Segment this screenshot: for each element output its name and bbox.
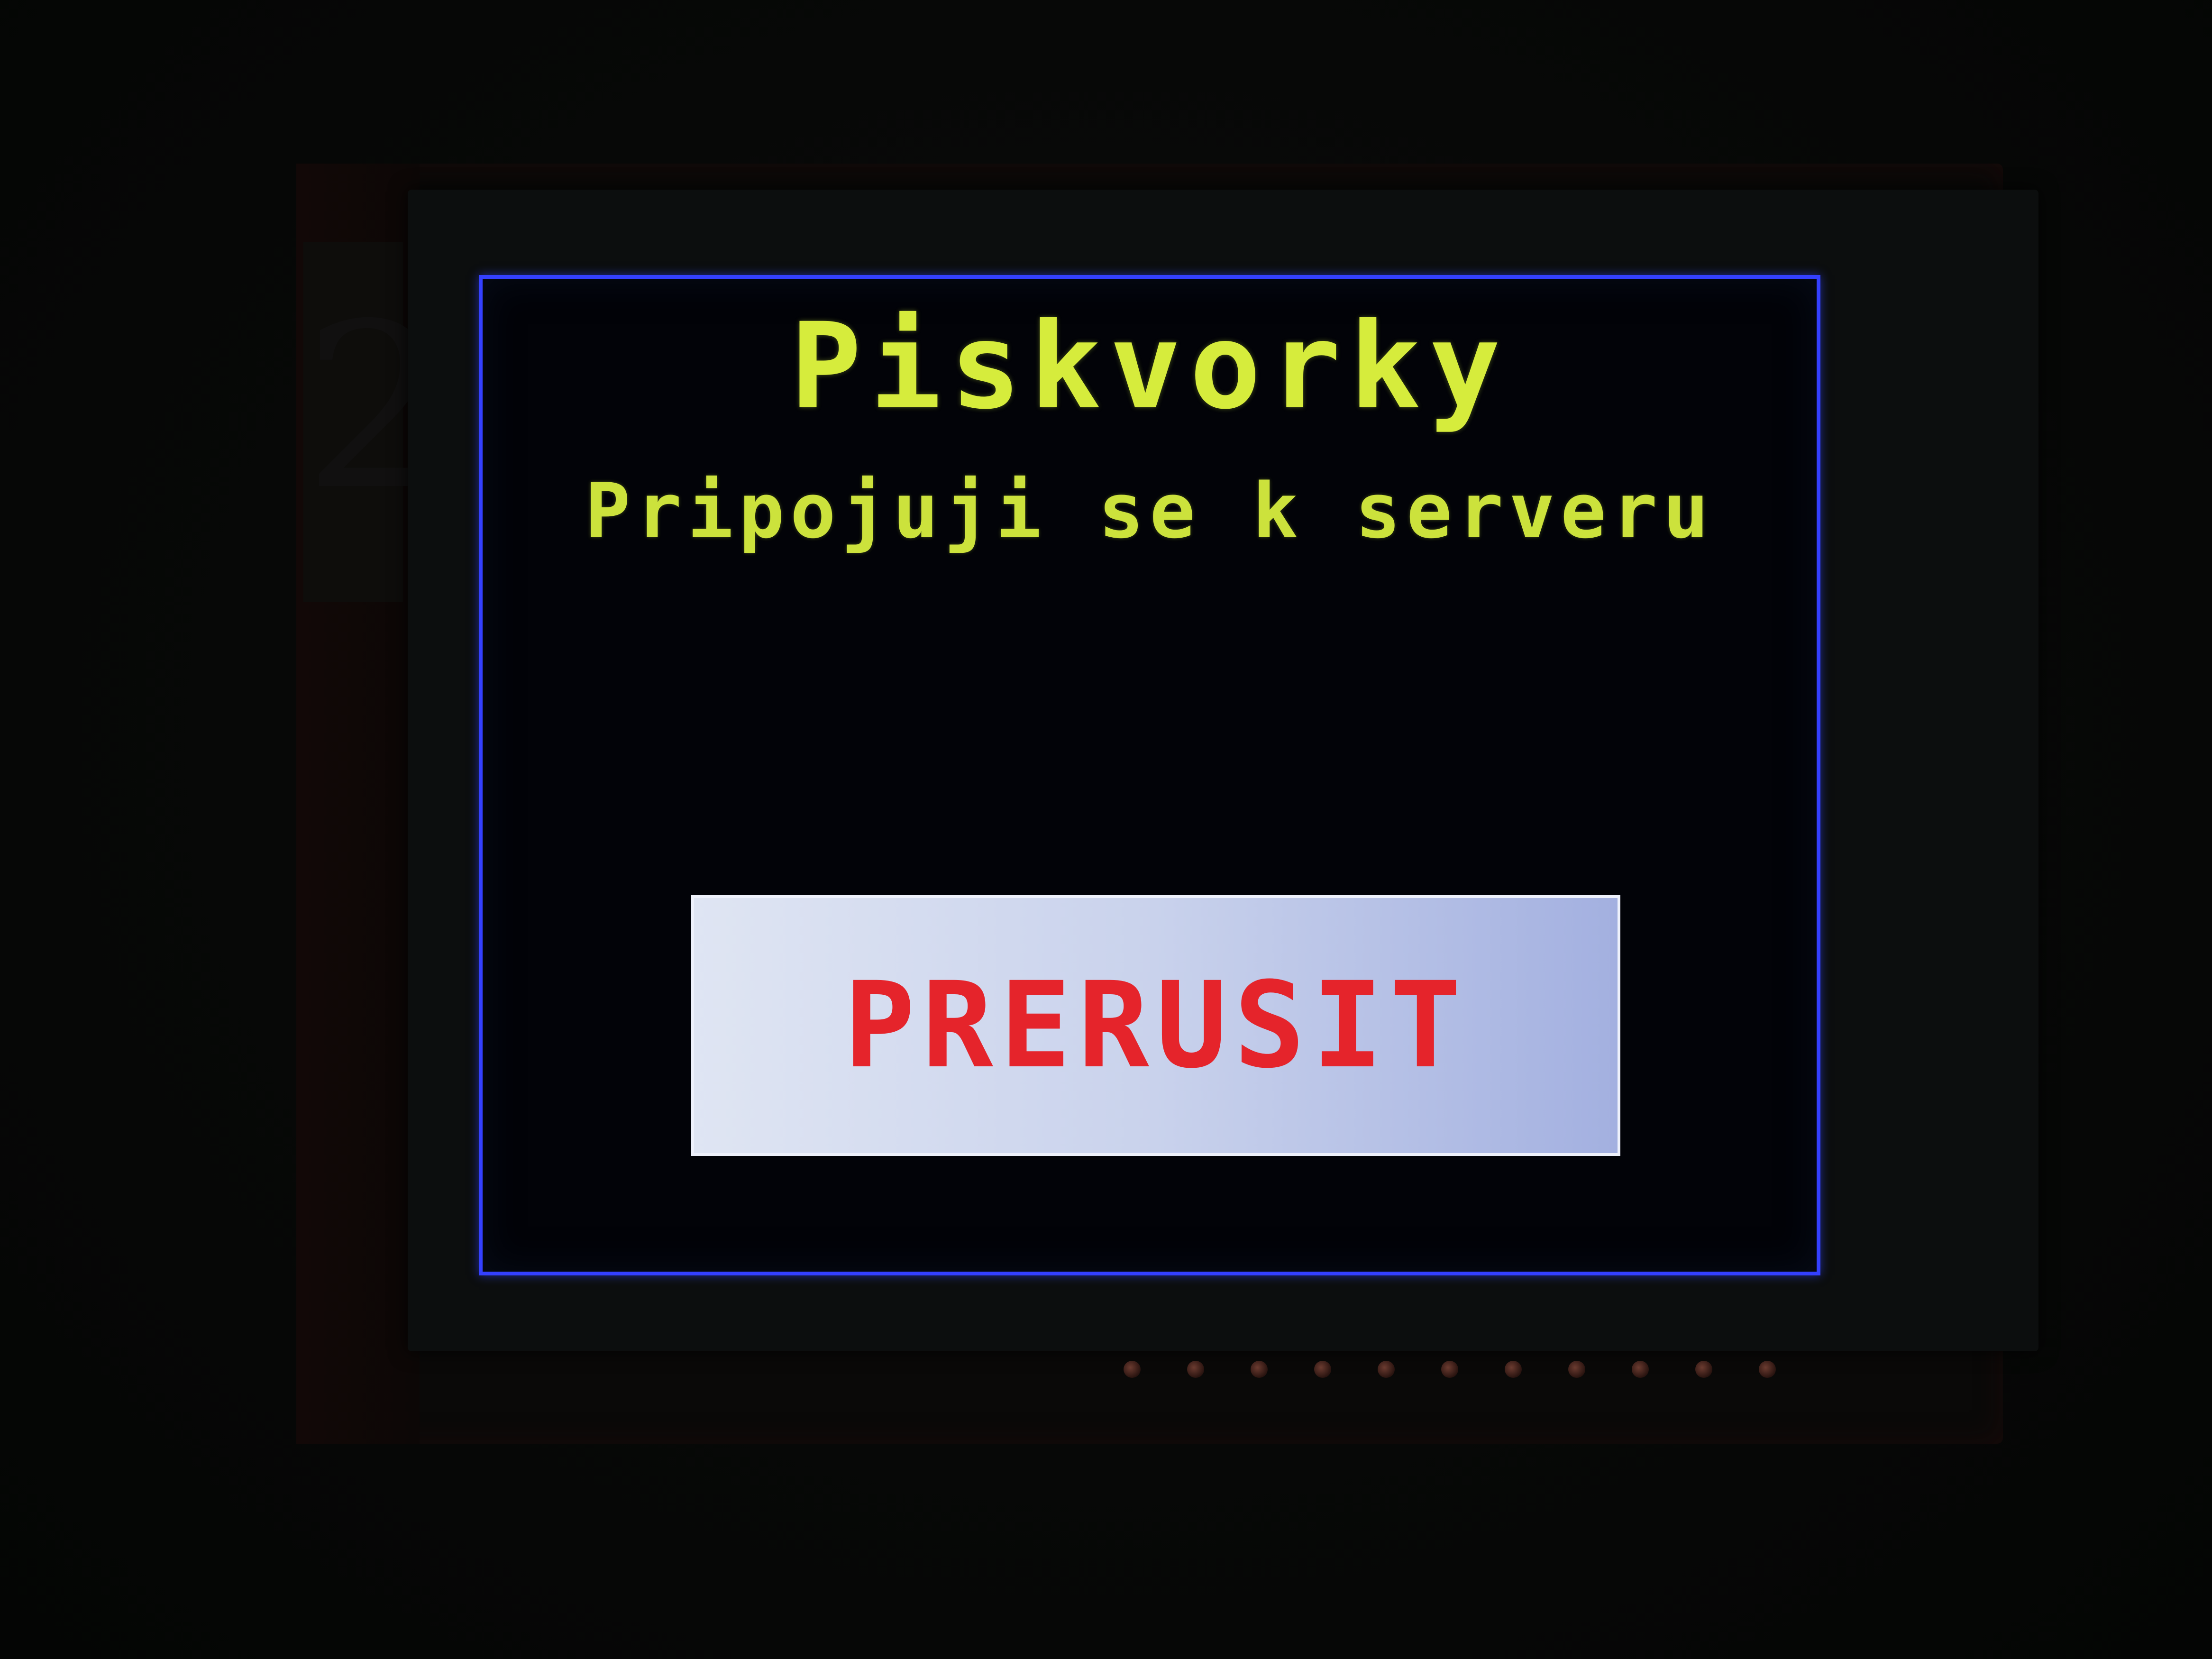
header-pin	[1505, 1361, 1522, 1378]
header-pin	[1187, 1361, 1204, 1378]
header-pin	[1632, 1361, 1649, 1378]
game-title: Piskvorky	[790, 297, 1509, 435]
header-pin	[1759, 1361, 1776, 1378]
header-pin	[1568, 1361, 1585, 1378]
lcd-screen: Piskvorky Pripojuji se k serveru PRERUSI…	[479, 275, 1820, 1275]
cancel-button-label: PRERUSIT	[843, 956, 1468, 1094]
header-pin	[1378, 1361, 1395, 1378]
header-pin	[1441, 1361, 1458, 1378]
header-pin	[1251, 1361, 1268, 1378]
header-pin	[1695, 1361, 1712, 1378]
connection-status: Pripojuji se k serveru	[585, 467, 1715, 555]
header-pin	[1124, 1361, 1141, 1378]
photo-scene: 2 Piskvorky Pripojuji se k serveru PRERU…	[0, 0, 2212, 1659]
header-pin	[1314, 1361, 1331, 1378]
sticker-number: 2	[303, 275, 448, 540]
header-pin-row	[1124, 1361, 1776, 1378]
cancel-button[interactable]: PRERUSIT	[691, 895, 1620, 1156]
